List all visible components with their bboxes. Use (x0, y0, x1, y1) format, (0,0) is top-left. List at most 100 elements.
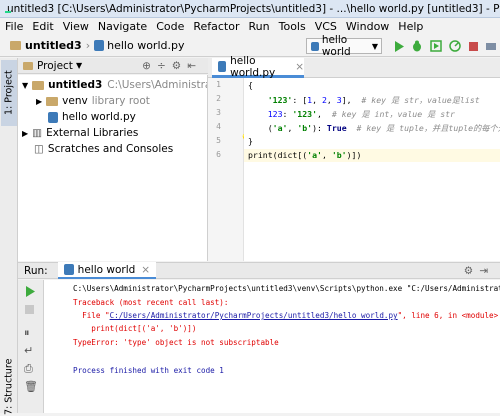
run-tab-hello-world[interactable]: hello world × (57, 262, 157, 279)
hide-icon[interactable]: ⇤ (187, 60, 202, 72)
code-token: # key 是 tuple，并且tuple的每个元素 (356, 123, 500, 133)
chevron-right-icon[interactable]: ▶ (22, 129, 28, 138)
root-folder-name: untitled3 (48, 79, 103, 91)
trash-icon[interactable]: 🗑 (24, 380, 38, 393)
target-icon[interactable]: ⊕ (142, 60, 157, 72)
print-icon[interactable]: ⎙ (24, 362, 33, 376)
tree-item-file[interactable]: hello world.py (48, 109, 136, 125)
structure-tool-tab[interactable]: 7: Structure (1, 358, 17, 416)
folder-icon (10, 41, 21, 50)
scratches-icon: ◫ (34, 143, 44, 155)
project-tool-tab[interactable]: 1: Project (1, 60, 17, 126)
code-token: # key 是 str，value是list (361, 95, 480, 105)
code-line: '123': [1, 2, 3], # key 是 str，value是list (248, 94, 480, 106)
menu-view[interactable]: View (63, 20, 89, 33)
breadcrumb-file[interactable]: hello world.py (107, 39, 184, 52)
chevron-down-icon[interactable]: ▼ (22, 81, 28, 90)
tree-item-scratches[interactable]: ◫ Scratches and Consoles (34, 141, 173, 157)
folder-icon (32, 80, 45, 90)
project-panel-title[interactable]: Project (37, 60, 73, 72)
code-token: 'b' (331, 150, 347, 160)
menu-refactor[interactable]: Refactor (193, 20, 239, 33)
line-number: 1 (216, 80, 221, 89)
breadcrumb-project[interactable]: untitled3 (25, 39, 82, 52)
code-token: 'a' (272, 123, 288, 133)
stop-button[interactable] (25, 305, 35, 318)
console-text: Traceback (most recent call last): (73, 298, 229, 307)
hide-icon[interactable]: ⇥ (479, 265, 494, 277)
code-editor[interactable]: { '123': [1, 2, 3], # key 是 str，value是li… (244, 78, 500, 261)
python-file-icon (63, 264, 74, 275)
more-icon[interactable] (484, 39, 498, 53)
console-text: print(dict[('a', 'b')]) (73, 324, 197, 333)
console-line: TypeError: 'type' object is not subscrip… (73, 338, 279, 347)
menu-edit[interactable]: Edit (32, 20, 53, 33)
menu-file[interactable]: File (5, 20, 23, 33)
project-tree: ▼ untitled3 C:\Users\Administrator\Py ▶ … (18, 75, 208, 261)
gear-icon[interactable]: ⚙ (172, 60, 187, 72)
project-panel-header: Project ▼ ⊕÷⚙⇤ (18, 58, 208, 74)
menu-window[interactable]: Window (346, 20, 389, 33)
close-icon[interactable]: × (295, 61, 304, 73)
editor-tab-hello-world[interactable]: hello world.py × (212, 54, 304, 79)
run-configuration-select[interactable]: hello world ▼ (306, 34, 382, 58)
collapse-icon[interactable]: ÷ (157, 60, 172, 72)
menu-vcs[interactable]: VCS (315, 20, 337, 33)
code-line: print(dict[('a', 'b')]) (248, 150, 361, 160)
code-line: { (248, 80, 253, 90)
chevron-down-icon[interactable]: ▼ (76, 61, 82, 70)
run-tab-label: hello world (77, 263, 136, 276)
console-text[interactable]: C:/Users/Administrator/PycharmProjects/u… (110, 311, 398, 320)
close-icon[interactable]: × (141, 264, 150, 276)
run-button[interactable] (392, 39, 406, 53)
code-line: 123: '123', # key 是 int，value 是 str (248, 108, 455, 120)
file-name: hello world.py (62, 111, 136, 123)
pause-icon[interactable]: ⏸ (24, 326, 30, 340)
code-token: { (248, 80, 253, 90)
code-token: ( (248, 123, 273, 133)
code-token: 123 (267, 109, 283, 119)
root-folder-path: C:\Users\Administrator\Py (107, 79, 207, 91)
code-token: 'b' (297, 123, 313, 133)
python-icon (311, 41, 319, 51)
line-number: 4 (216, 122, 221, 131)
run-panel-label: Run: (24, 264, 48, 277)
tree-item-root[interactable]: ▼ untitled3 C:\Users\Administrator\Py (22, 77, 207, 93)
rerun-button[interactable] (25, 286, 35, 300)
project-icon (23, 61, 33, 70)
menu-run[interactable]: Run (249, 20, 270, 33)
line-number: 2 (216, 94, 221, 103)
left-tool-strip: 1: Project 7: Structure (0, 58, 18, 416)
code-token: ): (312, 123, 327, 133)
code-token: 'a' (307, 150, 322, 160)
editor-tab-bar: hello world.py × (208, 54, 500, 79)
run-panel-actions: ⚙⇥ (464, 265, 494, 277)
venv-note: library root (91, 95, 150, 107)
run-console[interactable]: C:\Users\Administrator\PycharmProjects\u… (44, 280, 500, 413)
debug-button[interactable] (410, 39, 424, 53)
external-libraries-label: External Libraries (46, 127, 139, 139)
editor-tab-label: hello world.py (230, 54, 276, 79)
menu-code[interactable]: Code (156, 20, 184, 33)
code-token: } (248, 136, 253, 146)
soft-wrap-icon[interactable]: ↵ (24, 344, 33, 357)
tree-item-venv[interactable]: ▶ venv library root (36, 93, 150, 109)
console-line: print(dict[('a', 'b')]) (73, 324, 196, 333)
title-bar: untitled3 [C:\Users\Administrator\Pychar… (0, 0, 500, 18)
menu-navigate[interactable]: Navigate (98, 20, 147, 33)
run-with-coverage-button[interactable] (429, 39, 443, 53)
code-token: '123' (267, 95, 293, 105)
tree-item-external-libraries[interactable]: ▶ ▥ External Libraries (22, 125, 138, 141)
console-line: C:\Users\Administrator\PycharmProjects\u… (73, 284, 500, 293)
profile-button[interactable] (448, 39, 462, 53)
python-file-icon (218, 61, 227, 72)
stop-button[interactable] (466, 39, 480, 53)
menu-tools[interactable]: Tools (279, 20, 306, 33)
chevron-right-icon[interactable]: ▶ (36, 97, 42, 106)
window-title: untitled3 [C:\Users\Administrator\Pychar… (7, 2, 500, 15)
gear-icon[interactable]: ⚙ (464, 265, 479, 277)
editor-gutter: 1 2 3 4 5 6 💡 (208, 78, 252, 261)
menu-help[interactable]: Help (398, 20, 423, 33)
